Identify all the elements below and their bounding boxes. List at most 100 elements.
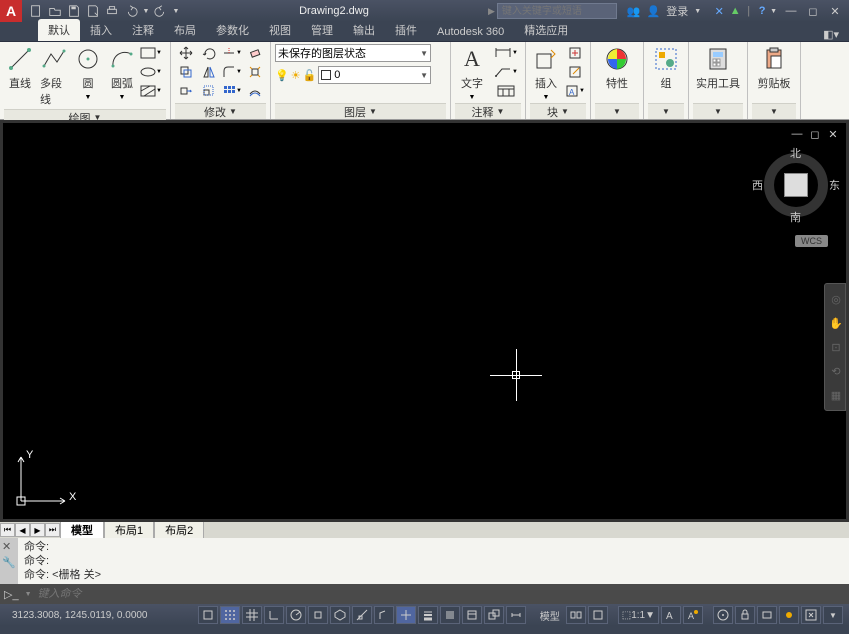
polar-tracking-button[interactable] bbox=[286, 606, 306, 624]
sun-icon[interactable]: ☀ bbox=[291, 69, 301, 82]
panel-block-title[interactable]: 块▼ bbox=[530, 103, 586, 119]
offset-button[interactable] bbox=[244, 82, 266, 100]
layout-prev-button[interactable]: ◀ bbox=[15, 523, 30, 537]
panel-modify-title[interactable]: 修改▼ bbox=[175, 103, 266, 119]
tab-autodesk360[interactable]: Autodesk 360 bbox=[427, 23, 514, 41]
showmotion-icon[interactable]: ▦ bbox=[827, 386, 845, 404]
erase-button[interactable] bbox=[244, 44, 266, 62]
quick-properties-button[interactable] bbox=[462, 606, 482, 624]
grid-display-button[interactable] bbox=[242, 606, 262, 624]
viewcube-top-face[interactable] bbox=[784, 173, 808, 197]
ribbon-options-icon[interactable]: ◧▾ bbox=[823, 28, 839, 41]
snap-mode-button[interactable] bbox=[220, 606, 240, 624]
tab-plugins[interactable]: 插件 bbox=[385, 19, 427, 41]
annotation-scale-icon[interactable]: ⬚ 1:1▼ bbox=[618, 606, 659, 624]
arc-button[interactable]: 圆弧▼ bbox=[106, 44, 138, 103]
layer-dropdown[interactable]: 0▼ bbox=[318, 66, 431, 84]
insert-block-button[interactable]: 插入▼ bbox=[530, 44, 562, 103]
linear-dim-button[interactable]: ▼ bbox=[491, 44, 521, 62]
app-logo[interactable]: A bbox=[0, 0, 22, 22]
object-snap-button[interactable] bbox=[308, 606, 328, 624]
maximize-button[interactable]: ◻ bbox=[805, 4, 821, 18]
viewcube[interactable]: 北 南 东 西 bbox=[758, 147, 834, 223]
redo-dropdown-icon[interactable]: ▼ bbox=[172, 3, 180, 19]
ellipse-button[interactable]: ▼ bbox=[140, 63, 162, 81]
layout-tab-layout1[interactable]: 布局1 bbox=[104, 520, 154, 540]
auto-scale-button[interactable]: A bbox=[683, 606, 703, 624]
stretch-button[interactable] bbox=[175, 82, 197, 100]
ortho-mode-button[interactable] bbox=[264, 606, 284, 624]
wcs-badge[interactable]: WCS bbox=[795, 235, 828, 247]
hardware-acceleration-button[interactable] bbox=[757, 606, 777, 624]
tab-layout[interactable]: 布局 bbox=[164, 19, 206, 41]
line-button[interactable]: 直线 bbox=[4, 44, 36, 93]
properties-button[interactable]: 特性 bbox=[595, 44, 639, 93]
quick-view-layouts-button[interactable] bbox=[566, 606, 586, 624]
dynamic-ucs-button[interactable] bbox=[374, 606, 394, 624]
viewport-minimize-icon[interactable]: — bbox=[790, 127, 804, 141]
tab-featured[interactable]: 精选应用 bbox=[514, 19, 578, 41]
workspace-switching-button[interactable] bbox=[713, 606, 733, 624]
open-icon[interactable] bbox=[47, 3, 63, 19]
mirror-button[interactable] bbox=[198, 63, 220, 81]
undo-dropdown-icon[interactable]: ▼ bbox=[142, 3, 150, 19]
help-icon[interactable]: ? bbox=[754, 3, 770, 19]
layout-tab-layout2[interactable]: 布局2 bbox=[154, 520, 204, 540]
save-icon[interactable] bbox=[66, 3, 82, 19]
saveas-icon[interactable] bbox=[85, 3, 101, 19]
annotation-monitor-button[interactable] bbox=[506, 606, 526, 624]
copy-button[interactable] bbox=[175, 63, 197, 81]
annotation-visibility-button[interactable]: A bbox=[661, 606, 681, 624]
tab-default[interactable]: 默认 bbox=[38, 19, 80, 41]
command-close-icon[interactable]: ✕ bbox=[2, 540, 16, 554]
rectangle-button[interactable]: ▼ bbox=[140, 44, 162, 62]
rotate-button[interactable] bbox=[198, 44, 220, 62]
isolate-objects-button[interactable] bbox=[779, 606, 799, 624]
redo-icon[interactable] bbox=[153, 3, 169, 19]
panel-groups-title[interactable]: ▼ bbox=[648, 103, 684, 119]
pan-icon[interactable]: ✋ bbox=[827, 314, 845, 332]
panel-properties-title[interactable]: ▼ bbox=[595, 103, 639, 119]
infocenter-icon[interactable]: 👥 bbox=[627, 5, 641, 18]
clean-screen-button[interactable] bbox=[801, 606, 821, 624]
coordinates-display[interactable]: 3123.3008, 1245.0119, 0.0000 bbox=[6, 610, 154, 621]
layer-state-dropdown[interactable]: 未保存的图层状态▼ bbox=[275, 44, 431, 62]
measure-button[interactable]: 实用工具 bbox=[693, 44, 743, 93]
array-button[interactable]: ▼ bbox=[221, 82, 243, 100]
command-history[interactable]: 命令: 命令: 命令: <栅格 关> bbox=[18, 538, 849, 584]
edit-block-button[interactable] bbox=[564, 63, 586, 81]
undo-icon[interactable] bbox=[123, 3, 139, 19]
create-block-button[interactable] bbox=[564, 44, 586, 62]
panel-annotation-title[interactable]: 注释▼ bbox=[455, 103, 521, 119]
object-snap-tracking-button[interactable] bbox=[352, 606, 372, 624]
move-button[interactable] bbox=[175, 44, 197, 62]
tab-view[interactable]: 视图 bbox=[259, 19, 301, 41]
cloud-icon[interactable]: ▲ bbox=[727, 3, 743, 19]
table-button[interactable] bbox=[491, 82, 521, 100]
circle-button[interactable]: 圆▼ bbox=[72, 44, 104, 103]
steering-wheel-icon[interactable]: ◎ bbox=[827, 290, 845, 308]
quick-view-drawings-button[interactable] bbox=[588, 606, 608, 624]
help-search-input[interactable] bbox=[497, 3, 617, 19]
edit-attributes-button[interactable]: A▼ bbox=[564, 82, 586, 100]
command-options-icon[interactable]: 🔧 bbox=[2, 556, 16, 570]
dynamic-input-button[interactable] bbox=[396, 606, 416, 624]
lightbulb-icon[interactable]: 💡 bbox=[275, 69, 289, 82]
layout-last-button[interactable]: ⏭ bbox=[45, 523, 60, 537]
orbit-icon[interactable]: ⟲ bbox=[827, 362, 845, 380]
explode-button[interactable] bbox=[244, 63, 266, 81]
exchange-icon[interactable]: ✕ bbox=[711, 3, 727, 19]
layout-first-button[interactable]: ⏮ bbox=[0, 523, 15, 537]
model-viewport[interactable]: — ◻ ✕ 北 南 东 西 WCS ◎ ✋ ⊡ ⟲ ▦ Y X bbox=[3, 123, 846, 519]
minimize-button[interactable]: — bbox=[783, 4, 799, 18]
login-area[interactable]: 👥 👤 登录 ▼ bbox=[627, 3, 701, 19]
panel-layers-title[interactable]: 图层▼ bbox=[275, 103, 446, 119]
group-button[interactable]: 组 bbox=[648, 44, 684, 93]
layout-next-button[interactable]: ▶ bbox=[30, 523, 45, 537]
lock-icon[interactable]: 🔓 bbox=[303, 69, 317, 82]
fillet-button[interactable]: ▼ bbox=[221, 63, 243, 81]
customization-button[interactable]: ▼ bbox=[823, 606, 843, 624]
lock-ui-button[interactable] bbox=[735, 606, 755, 624]
viewport-maximize-icon[interactable]: ◻ bbox=[808, 127, 822, 141]
panel-clipboard-title[interactable]: ▼ bbox=[752, 103, 796, 119]
